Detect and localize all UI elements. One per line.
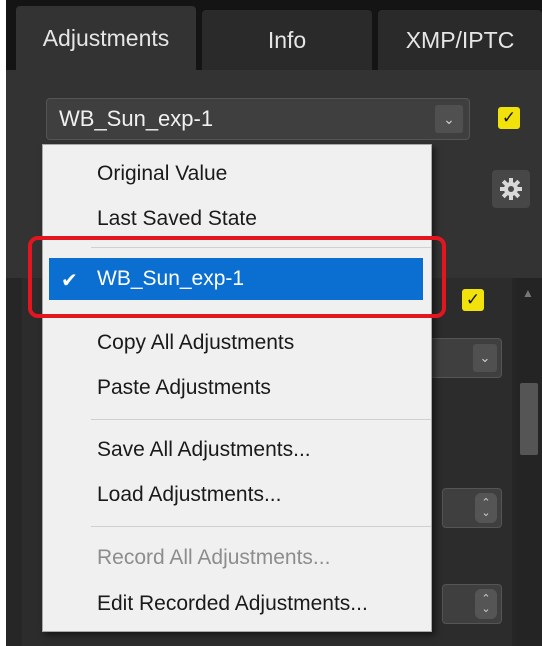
tab-xmp-iptc[interactable]: XMP/IPTC xyxy=(378,10,542,70)
apply-checkbox[interactable]: ✓ xyxy=(498,107,520,129)
scrollbar[interactable]: ▲ xyxy=(516,278,542,646)
row-select[interactable]: ⌄ xyxy=(422,338,502,378)
chevron-down-icon[interactable]: ⌄ xyxy=(435,105,463,133)
menu-item-original-value[interactable]: Original Value xyxy=(43,153,431,195)
menu-item-last-saved-state[interactable]: Last Saved State xyxy=(43,198,431,240)
scroll-up-icon[interactable]: ▲ xyxy=(522,286,534,300)
menu-separator xyxy=(91,419,431,420)
menu-item-edit-recorded-adjustments[interactable]: Edit Recorded Adjustments... xyxy=(43,583,431,625)
preset-select[interactable]: WB_Sun_exp-1 ⌄ xyxy=(46,98,470,140)
spinner-arrows-icon[interactable]: ⌃ ⌄ xyxy=(475,589,497,619)
selection-highlight-box xyxy=(28,236,446,318)
tab-bar: Adjustments Info XMP/IPTC xyxy=(6,0,542,70)
preset-dropdown-menu: Original Value Last Saved State ✔ WB_Sun… xyxy=(42,144,432,632)
spinner-arrows-icon[interactable]: ⌃ ⌄ xyxy=(475,493,497,523)
chevron-down-icon[interactable]: ⌄ xyxy=(473,344,497,372)
checkmark-icon: ✓ xyxy=(501,108,517,127)
gear-icon[interactable] xyxy=(492,170,530,208)
tab-info[interactable]: Info xyxy=(202,10,372,70)
value-spinner[interactable]: ⌃ ⌄ xyxy=(442,488,502,528)
menu-item-copy-all-adjustments[interactable]: Copy All Adjustments xyxy=(43,322,431,364)
menu-separator xyxy=(91,526,431,527)
tab-adjustments[interactable]: Adjustments xyxy=(16,6,196,70)
row-checkbox[interactable]: ✓ xyxy=(462,289,484,311)
menu-item-load-adjustments[interactable]: Load Adjustments... xyxy=(43,474,431,516)
preset-select-value: WB_Sun_exp-1 xyxy=(59,106,214,131)
menu-item-paste-adjustments[interactable]: Paste Adjustments xyxy=(43,367,431,409)
app-window: Adjustments Info XMP/IPTC WB_Sun_exp-1 ⌄… xyxy=(6,0,542,646)
checkmark-icon: ✓ xyxy=(465,290,481,309)
menu-item-save-all-adjustments[interactable]: Save All Adjustments... xyxy=(43,429,431,471)
menu-item-record-all-adjustments: Record All Adjustments... xyxy=(97,546,331,569)
scrollbar-thumb[interactable] xyxy=(520,383,538,455)
value-spinner[interactable]: ⌃ ⌄ xyxy=(442,584,502,624)
